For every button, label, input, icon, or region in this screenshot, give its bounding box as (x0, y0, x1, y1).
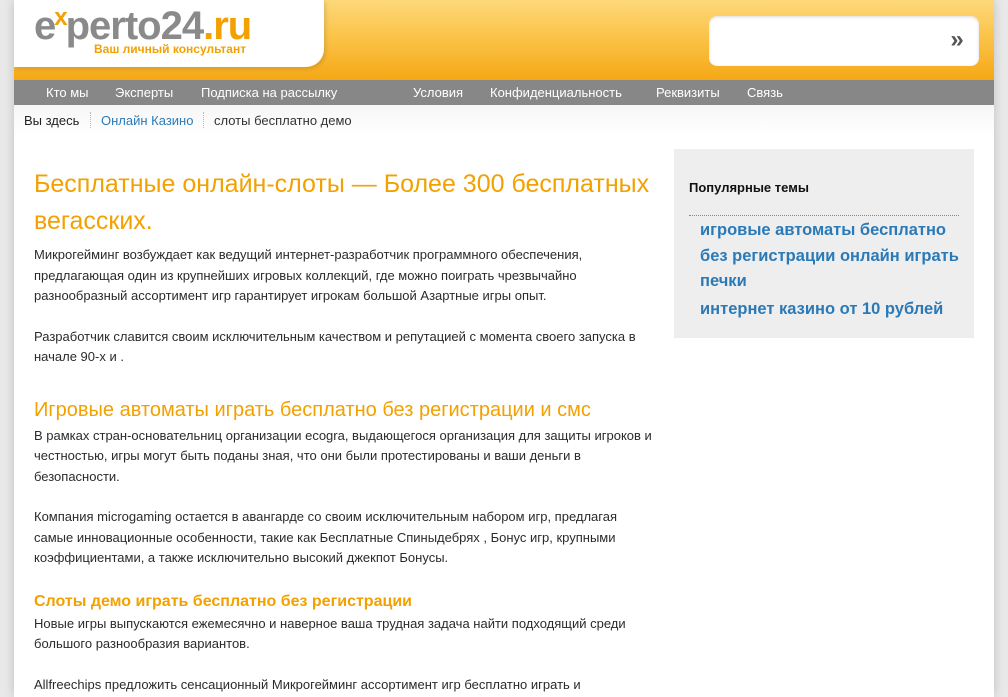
breadcrumb-separator (203, 112, 205, 128)
nav-item-terms[interactable]: Условия (413, 80, 463, 106)
breadcrumb-current: слоты бесплатно демо (214, 113, 352, 128)
article-paragraph: В рамках стран-основательниц организации… (34, 427, 652, 484)
popular-topic-link[interactable]: интернет казино от 10 рублей (700, 297, 962, 323)
breadcrumb-link-casino[interactable]: Онлайн Казино (101, 113, 193, 128)
popular-topic-link[interactable]: игровые автоматы бесплатно без регистрац… (700, 218, 962, 295)
popular-topics-title: Популярные темы (689, 180, 809, 195)
main-nav: Кто мы Эксперты Подписка на рассылку Усл… (14, 80, 994, 105)
header: experto24.ru Ваш личный консультант » (14, 0, 994, 80)
page: experto24.ru Ваш личный консультант » Кт… (14, 0, 994, 697)
nav-item-experts[interactable]: Эксперты (115, 80, 173, 106)
breadcrumb-label: Вы здесь (24, 113, 80, 128)
nav-item-subscribe[interactable]: Подписка на рассылку (201, 80, 337, 106)
search-box: » (709, 16, 979, 66)
logo-tab: experto24.ru Ваш личный консультант (14, 0, 324, 67)
logo-tagline: Ваш личный консультант (94, 42, 247, 56)
breadcrumb: Вы здесь Онлайн Казино слоты бесплатно д… (14, 105, 994, 135)
article-title: Бесплатные онлайн-слоты — Более 300 бесп… (34, 170, 650, 235)
popular-topics-panel: Популярные темы игровые автоматы бесплат… (674, 149, 974, 338)
article-subheading-small: Слоты демо играть бесплатно без регистра… (34, 592, 412, 610)
logo-letter-e: e (34, 4, 56, 48)
article-paragraph: Разработчик славится своим исключительны… (34, 328, 636, 365)
article-subheading: Игровые автоматы играть бесплатно без ре… (34, 398, 591, 421)
article-paragraph: Новые игры выпускаются ежемесячно и наве… (34, 615, 626, 652)
nav-item-contact[interactable]: Связь (747, 80, 783, 106)
search-submit-icon[interactable]: » (945, 28, 969, 54)
logo-letter-x: x (54, 4, 67, 31)
article-paragraph: Allfreechips предложить сенсационный Мик… (34, 676, 581, 692)
nav-item-requisites[interactable]: Реквизиты (656, 80, 720, 106)
article: Бесплатные онлайн-слоты — Более 300 бесп… (34, 166, 654, 695)
breadcrumb-separator (90, 112, 92, 128)
nav-item-privacy[interactable]: Конфиденциальность (490, 80, 622, 106)
nav-item-about[interactable]: Кто мы (46, 80, 89, 106)
popular-topics-divider (689, 215, 959, 216)
popular-topics-list: игровые автоматы бесплатно без регистрац… (700, 218, 962, 324)
article-paragraph: Компания microgaming остается в авангард… (34, 509, 618, 565)
article-paragraph: Микрогейминг возбуждает как ведущий инте… (34, 247, 583, 303)
search-input[interactable] (721, 28, 935, 56)
